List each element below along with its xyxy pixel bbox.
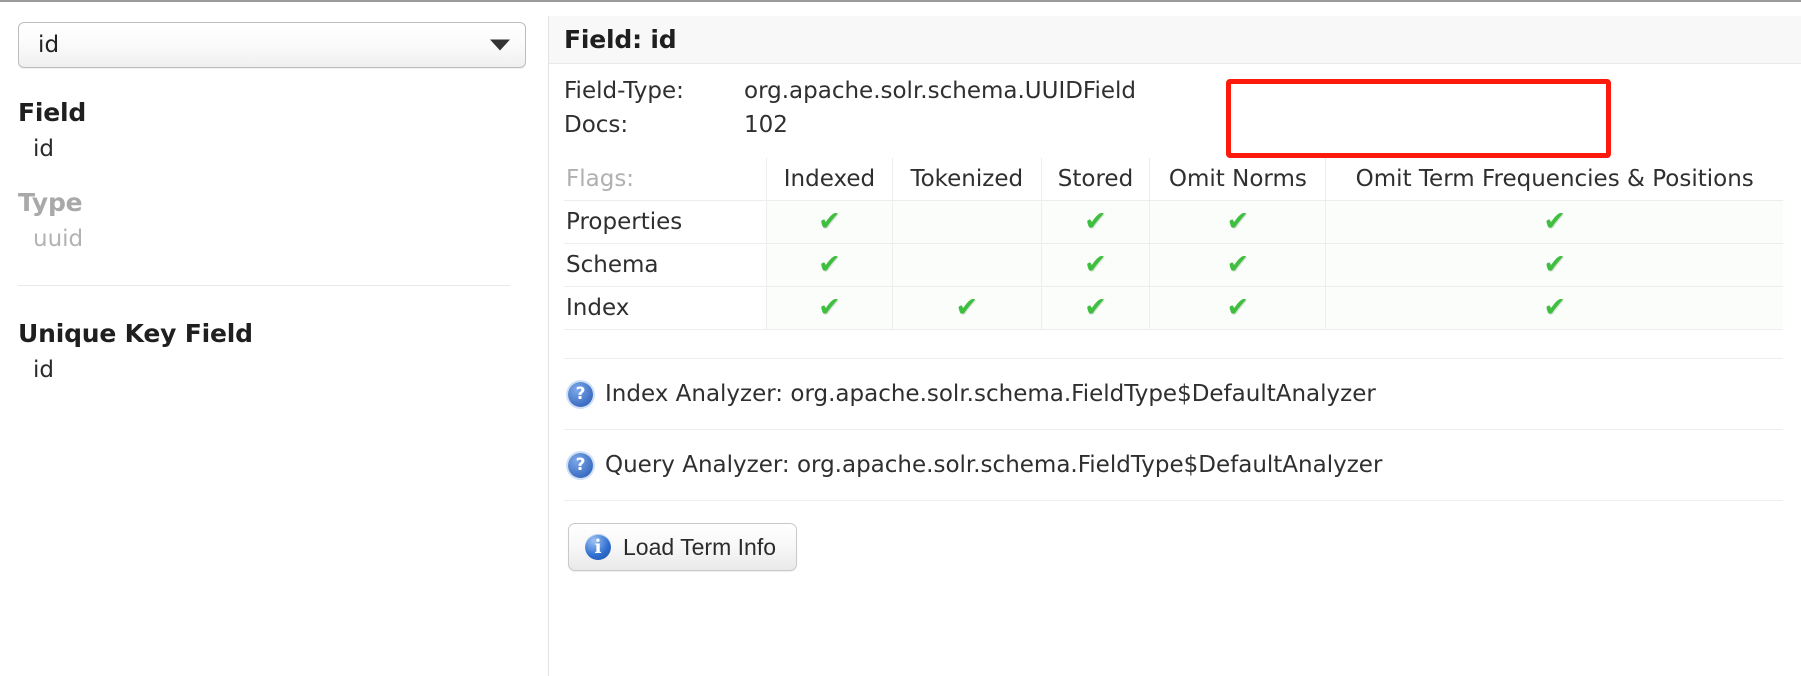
index-analyzer-value: org.apache.solr.schema.FieldType$Default… <box>790 381 1376 407</box>
flags-table: Flags: Indexed Tokenized Stored Omit Nor… <box>564 158 1783 330</box>
column-header-omit-term-frequencies-positions: Omit Term Frequencies & Positions <box>1325 158 1783 201</box>
flag-cell: ✔ <box>1149 286 1326 330</box>
flags-table-wrap: Flags: Indexed Tokenized Stored Omit Nor… <box>549 158 1801 330</box>
flag-cell: ✔ <box>766 243 893 287</box>
check-icon: ✔ <box>818 206 841 237</box>
row-label-schema: Schema <box>564 243 767 287</box>
flag-cell: ✔ <box>766 286 893 330</box>
schema-browser-screen: id Field id Type uuid Unique Key Field i… <box>0 0 1801 676</box>
load-term-info-wrap: i Load Term Info <box>549 523 1801 571</box>
flag-cell: ✔ <box>1149 243 1326 287</box>
field-select[interactable]: id <box>18 22 526 68</box>
flag-cell: ✔ <box>1040 243 1150 287</box>
unique-key-block: Unique Key Field id <box>18 319 548 383</box>
question-circle-icon[interactable]: ? <box>568 381 593 407</box>
question-circle-icon[interactable]: ? <box>568 452 593 478</box>
sidebar-divider <box>18 285 510 286</box>
check-icon: ✔ <box>1084 249 1107 280</box>
check-icon: ✔ <box>1543 249 1567 280</box>
field-meta-block: Field id Type uuid <box>18 98 548 252</box>
analyzer-bottom-divider <box>564 500 1783 501</box>
flag-cell <box>891 200 1042 244</box>
flag-cell <box>891 243 1042 287</box>
row-label-index: Index <box>564 286 767 330</box>
index-analyzer-label: Index Analyzer: org.apache.solr.schema.F… <box>605 381 1376 407</box>
flags-header-row: Flags: Indexed Tokenized Stored Omit Nor… <box>564 158 1783 201</box>
column-header-stored: Stored <box>1040 158 1150 201</box>
field-detail-panel: Field: id Field-Type: org.apache.solr.sc… <box>549 0 1801 676</box>
field-type-value: org.apache.solr.schema.UUIDField <box>744 78 1137 104</box>
load-term-info-button[interactable]: i Load Term Info <box>568 523 798 571</box>
analyzer-list: ? Index Analyzer: org.apache.solr.schema… <box>549 358 1801 501</box>
info-circle-icon: i <box>585 534 611 560</box>
table-row: Schema ✔ ✔ ✔ ✔ <box>564 243 1783 287</box>
field-value: id <box>33 136 54 162</box>
column-header-indexed: Indexed <box>766 158 893 201</box>
summary-row-field-type: Field-Type: org.apache.solr.schema.UUIDF… <box>564 78 1801 112</box>
field-sidebar: id Field id Type uuid Unique Key Field i… <box>0 0 548 676</box>
field-summary: Field-Type: org.apache.solr.schema.UUIDF… <box>549 64 1801 158</box>
column-header-omit-norms: Omit Norms <box>1149 158 1326 201</box>
field-heading: Field <box>18 98 87 127</box>
table-row: Index ✔ ✔ ✔ ✔ ✔ <box>564 286 1783 330</box>
flag-cell: ✔ <box>1040 286 1150 330</box>
load-term-info-label: Load Term Info <box>623 533 777 560</box>
summary-row-docs: Docs: 102 <box>564 112 1801 146</box>
query-analyzer-label-text: Query Analyzer: <box>605 452 790 478</box>
flags-table-body: Properties ✔ ✔ ✔ ✔ Schema ✔ ✔ ✔ ✔ Index ✔ ✔ ✔ ✔ ✔ <box>564 200 1783 330</box>
flag-cell: ✔ <box>1325 200 1783 244</box>
page-title: Field: id <box>564 25 677 54</box>
unique-key-heading: Unique Key Field <box>18 319 253 348</box>
unique-key-value: id <box>33 357 54 383</box>
flag-cell: ✔ <box>1325 243 1783 287</box>
top-divider <box>0 0 1801 2</box>
docs-value: 102 <box>744 112 788 138</box>
check-icon: ✔ <box>1543 206 1567 237</box>
check-icon: ✔ <box>1084 206 1107 237</box>
row-label-properties: Properties <box>564 200 767 244</box>
flag-cell: ✔ <box>1040 200 1150 244</box>
index-analyzer-row: ? Index Analyzer: org.apache.solr.schema… <box>564 358 1783 429</box>
docs-label: Docs: <box>564 112 629 138</box>
flag-cell: ✔ <box>766 200 893 244</box>
flag-cell: ✔ <box>891 286 1042 330</box>
flag-cell: ✔ <box>1325 286 1783 330</box>
check-icon: ✔ <box>1543 292 1567 323</box>
check-icon: ✔ <box>1226 206 1250 237</box>
type-heading: Type <box>18 188 83 217</box>
check-icon: ✔ <box>818 292 841 323</box>
check-icon: ✔ <box>1226 292 1250 323</box>
field-select-value: id <box>38 32 60 58</box>
check-icon: ✔ <box>818 249 841 280</box>
type-value: uuid <box>33 226 84 252</box>
field-type-label: Field-Type: <box>564 78 684 104</box>
flag-cell: ✔ <box>1149 200 1326 244</box>
query-analyzer-row: ? Query Analyzer: org.apache.solr.schema… <box>564 429 1783 500</box>
check-icon: ✔ <box>955 292 979 323</box>
check-icon: ✔ <box>1084 292 1107 323</box>
column-header-tokenized: Tokenized <box>891 158 1042 201</box>
table-row: Properties ✔ ✔ ✔ ✔ <box>564 200 1783 244</box>
chevron-down-icon <box>490 39 510 51</box>
flags-label: Flags: <box>564 158 767 201</box>
index-analyzer-label-text: Index Analyzer: <box>605 381 784 407</box>
panel-header: Field: id <box>549 16 1801 64</box>
query-analyzer-value: org.apache.solr.schema.FieldType$Default… <box>796 452 1383 478</box>
check-icon: ✔ <box>1226 249 1250 280</box>
query-analyzer-label: Query Analyzer: org.apache.solr.schema.F… <box>605 452 1382 478</box>
